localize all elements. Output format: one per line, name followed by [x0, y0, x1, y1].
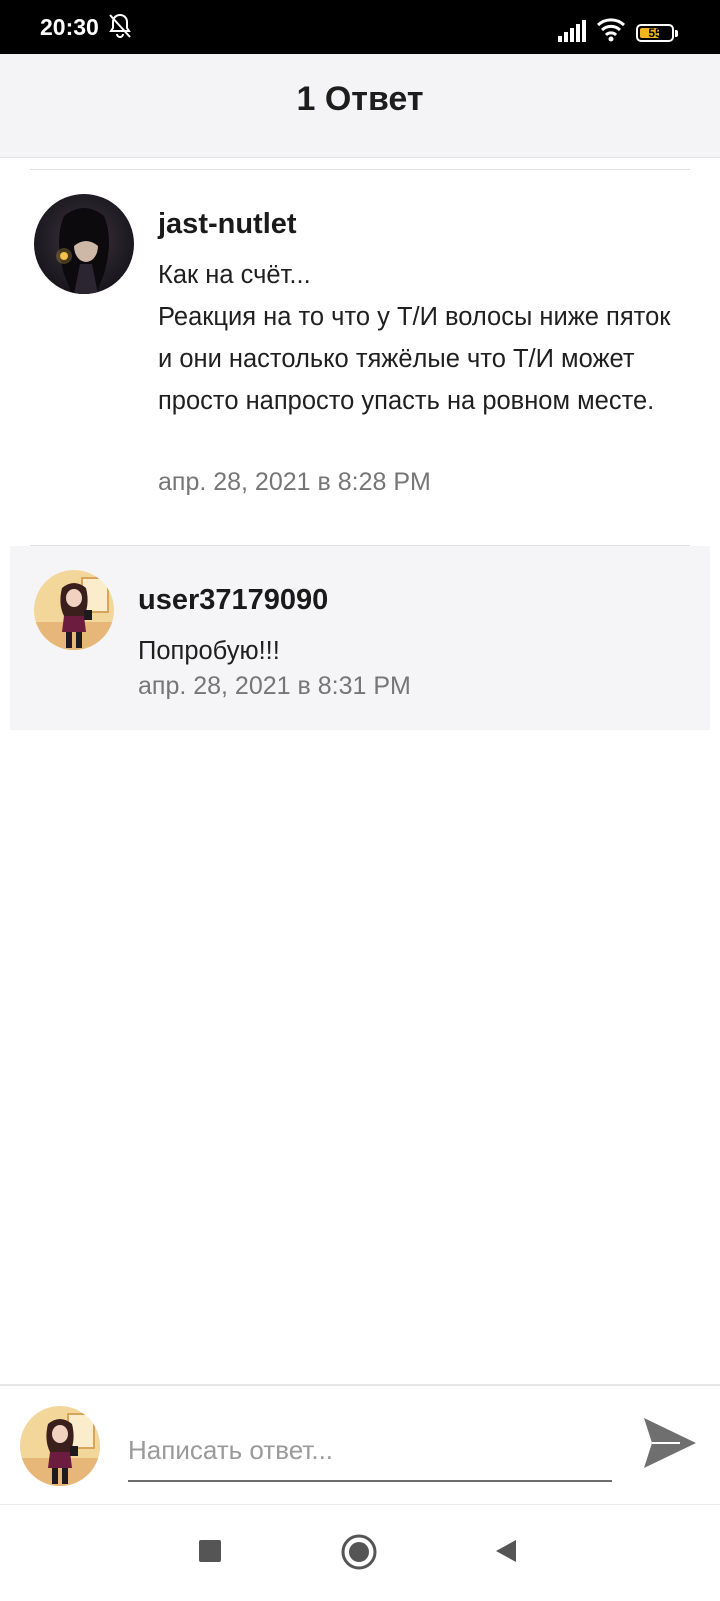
comment-text: Как на счёт... Реакция на то что у Т/И в…: [158, 261, 671, 415]
my-avatar: [20, 1406, 100, 1486]
navigation-bar: [0, 1504, 720, 1601]
reply-avatar[interactable]: [34, 570, 114, 650]
recent-apps-icon[interactable]: [198, 1539, 222, 1563]
status-bar: 20:30 55: [0, 0, 720, 54]
header: 1 Ответ: [0, 54, 720, 158]
back-icon[interactable]: [494, 1538, 518, 1564]
signal-icon: [558, 20, 586, 42]
send-icon[interactable]: [640, 1414, 700, 1472]
home-icon[interactable]: [340, 1533, 378, 1571]
page-title: 1 Ответ: [296, 80, 424, 118]
reply-author[interactable]: user37179090: [138, 584, 328, 617]
comment-timestamp: апр. 28, 2021 в 8:28 PM: [158, 468, 431, 496]
mute-bell-icon: [109, 13, 131, 38]
reply-input[interactable]: [128, 1420, 612, 1482]
divider: [30, 169, 690, 170]
wifi-icon: [596, 18, 626, 42]
author-avatar[interactable]: [34, 194, 134, 294]
battery-level: 55: [648, 26, 662, 40]
battery-icon: 55: [636, 24, 678, 42]
reply-timestamp: апр. 28, 2021 в 8:31 PM: [138, 672, 411, 700]
status-time: 20:30: [40, 14, 99, 40]
reply-text: Попробую!!!: [138, 637, 280, 665]
comment-author[interactable]: jast-nutlet: [158, 208, 297, 241]
